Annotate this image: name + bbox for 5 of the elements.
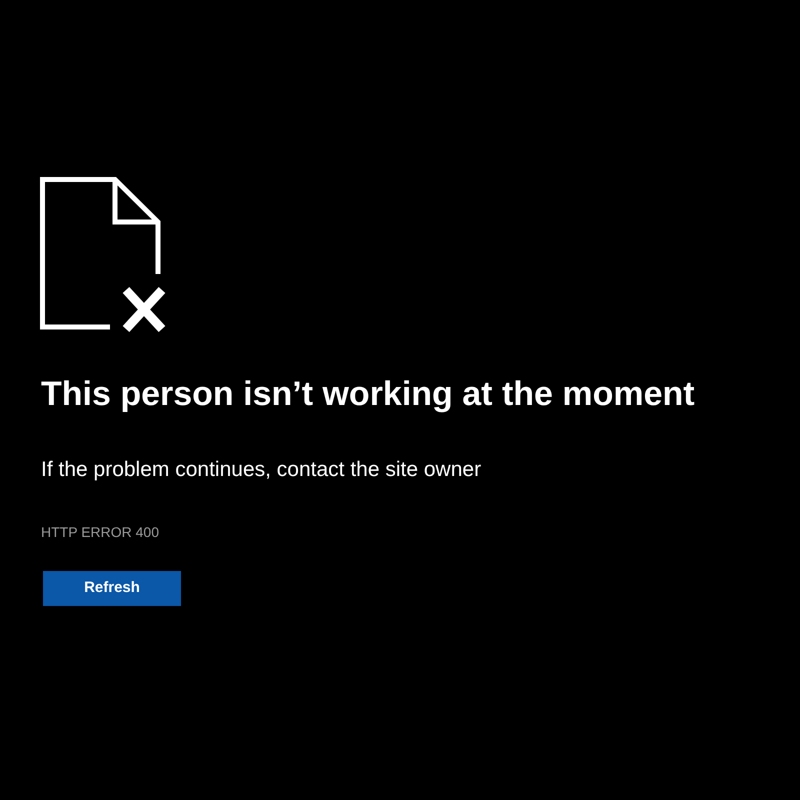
- error-message: If the problem continues, contact the site owner: [41, 457, 482, 483]
- refresh-button[interactable]: Refresh: [43, 571, 181, 606]
- broken-file-icon: [40, 177, 166, 332]
- error-title: This person isn’t working at the moment: [41, 374, 695, 414]
- error-code: HTTP ERROR 400: [41, 523, 159, 541]
